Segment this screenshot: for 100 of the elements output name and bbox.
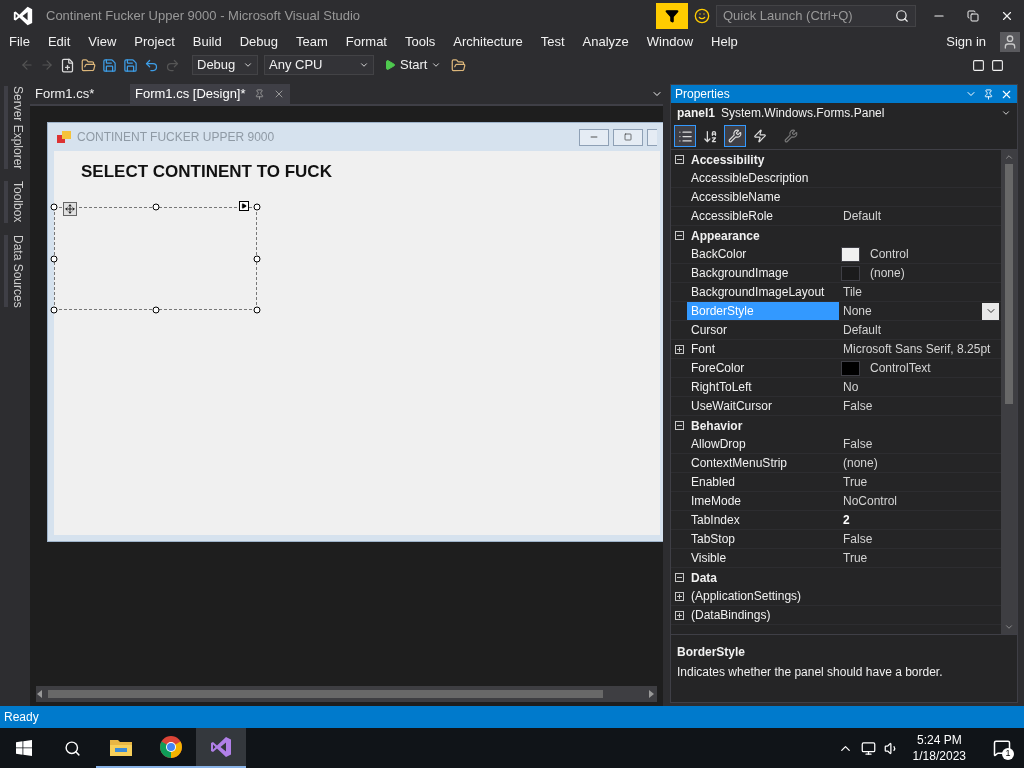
search-icon <box>895 9 909 23</box>
property-value[interactable]: Tile <box>841 283 864 301</box>
menu-item[interactable]: Help <box>702 32 747 52</box>
menu-item[interactable]: Edit <box>38 32 80 52</box>
property-value[interactable]: ControlText <box>868 359 933 377</box>
resize-handle[interactable] <box>253 255 261 262</box>
taskbar-app[interactable] <box>196 728 246 768</box>
menu-item[interactable]: Tools <box>396 32 445 52</box>
form-heading: SELECT CONTINENT TO FUCK <box>81 161 332 183</box>
close-icon <box>1000 9 1014 23</box>
view-button[interactable] <box>724 125 746 147</box>
resize-handle[interactable] <box>50 203 58 211</box>
clock-date[interactable]: 1/18/2023 <box>912 748 966 764</box>
property-value[interactable]: Control <box>868 245 911 263</box>
clock-time[interactable]: 5:24 PM <box>916 732 962 748</box>
category-header[interactable]: Data <box>687 568 721 587</box>
category-header[interactable]: Appearance <box>687 226 764 245</box>
undo-icon[interactable] <box>144 57 159 73</box>
menu-item[interactable]: Window <box>637 32 703 52</box>
resize-handle[interactable] <box>50 306 58 314</box>
folder-icon[interactable] <box>451 57 467 73</box>
scroll-left-icon[interactable] <box>36 690 44 698</box>
menu-item[interactable]: Team <box>287 32 337 52</box>
sort-alphabetical-icon <box>702 128 718 144</box>
account-button[interactable] <box>1000 32 1020 52</box>
dropdown-button[interactable] <box>982 302 999 320</box>
property-value[interactable]: False <box>841 530 875 548</box>
menu-item[interactable]: Analyze <box>573 32 638 52</box>
studio-logo-icon <box>209 735 233 759</box>
property-value[interactable]: No <box>841 378 861 396</box>
play-icon <box>384 59 396 71</box>
wrench-icon <box>784 129 798 143</box>
move-icon <box>65 204 75 214</box>
scroll-right-icon[interactable] <box>647 690 655 698</box>
collapse-icon[interactable] <box>674 421 684 430</box>
property-value[interactable]: Default <box>841 207 884 225</box>
resize-handle[interactable] <box>50 255 58 262</box>
menu-item[interactable]: Format <box>336 32 396 52</box>
resize-handle[interactable] <box>152 306 159 314</box>
smiley-icon[interactable] <box>694 8 710 24</box>
save-icon[interactable] <box>102 57 117 73</box>
view-button[interactable] <box>674 125 696 147</box>
property-value[interactable]: (none) <box>868 264 907 282</box>
menu-item[interactable]: Debug <box>230 32 287 52</box>
configuration-dropdown[interactable]: Debug <box>192 55 258 75</box>
notification-button[interactable]: 1 <box>980 728 1024 768</box>
property-value[interactable]: 2 <box>841 511 852 529</box>
expand-icon[interactable] <box>674 610 684 620</box>
object-selector[interactable]: panel1 System.Windows.Forms.Panel <box>671 103 1017 123</box>
property-value[interactable]: (none) <box>841 454 880 472</box>
caret-icon <box>1001 108 1011 118</box>
caret-icon <box>243 60 253 70</box>
property-value[interactable]: None <box>841 302 874 320</box>
smart-tag-button[interactable] <box>239 201 249 211</box>
menu-item[interactable]: View <box>79 32 126 52</box>
property-value[interactable]: Microsoft Sans Serif, 8.25pt <box>841 340 993 358</box>
menu-item[interactable]: Architecture <box>444 32 532 52</box>
expand-icon[interactable] <box>674 591 684 601</box>
menu-item[interactable]: Test <box>531 32 574 52</box>
menu-item[interactable]: Build <box>183 32 231 52</box>
save-all-icon[interactable] <box>123 57 138 73</box>
description-title: BorderStyle <box>677 644 747 661</box>
menu-item[interactable]: Project <box>125 32 184 52</box>
scroll-thumb[interactable] <box>48 690 603 698</box>
resize-handle[interactable] <box>152 203 159 211</box>
restore-icon <box>967 10 979 22</box>
start-button[interactable]: Start <box>380 55 446 75</box>
property-value[interactable]: False <box>841 397 875 415</box>
scroll-thumb[interactable] <box>1005 164 1013 404</box>
collapse-icon[interactable] <box>674 155 684 164</box>
sign-in-link[interactable]: Sign in <box>946 32 986 52</box>
property-value[interactable]: Default <box>841 321 884 339</box>
resize-handle[interactable] <box>253 306 261 314</box>
network-icon[interactable] <box>860 740 876 756</box>
open-folder-icon[interactable] <box>81 57 96 73</box>
property-value[interactable]: False <box>841 435 875 453</box>
windows-logo-icon <box>16 740 32 756</box>
document-tab[interactable]: Form1.cs* <box>30 84 130 104</box>
move-handle[interactable] <box>63 202 77 216</box>
document-tab[interactable]: Form1.cs [Design]* <box>130 84 290 104</box>
caret-icon <box>359 60 369 70</box>
quick-launch-field[interactable]: Quick Launch (Ctrl+Q) <box>716 5 916 27</box>
collapse-icon[interactable] <box>674 573 684 582</box>
menu-item[interactable]: File <box>0 32 39 52</box>
new-file-icon[interactable] <box>60 57 75 73</box>
platform-dropdown[interactable]: Any CPU <box>264 55 374 75</box>
window-title: Continent Fucker Upper 9000 - Microsoft Visual Studio <box>46 7 361 26</box>
property-value[interactable]: NoControl <box>841 492 900 510</box>
category-header[interactable]: Accessibility <box>687 150 769 169</box>
collapse-icon[interactable] <box>674 231 684 240</box>
resize-handle[interactable] <box>253 203 261 211</box>
pin-icon[interactable] <box>983 88 994 100</box>
search-icon <box>63 739 81 757</box>
categorized-icon <box>677 128 693 144</box>
category-header[interactable]: Behavior <box>687 416 747 435</box>
property-value[interactable]: True <box>841 549 870 567</box>
feedback-button[interactable] <box>656 3 688 29</box>
property-value[interactable]: True <box>841 473 870 491</box>
pin-icon[interactable] <box>253 88 265 100</box>
expand-icon[interactable] <box>674 344 684 354</box>
